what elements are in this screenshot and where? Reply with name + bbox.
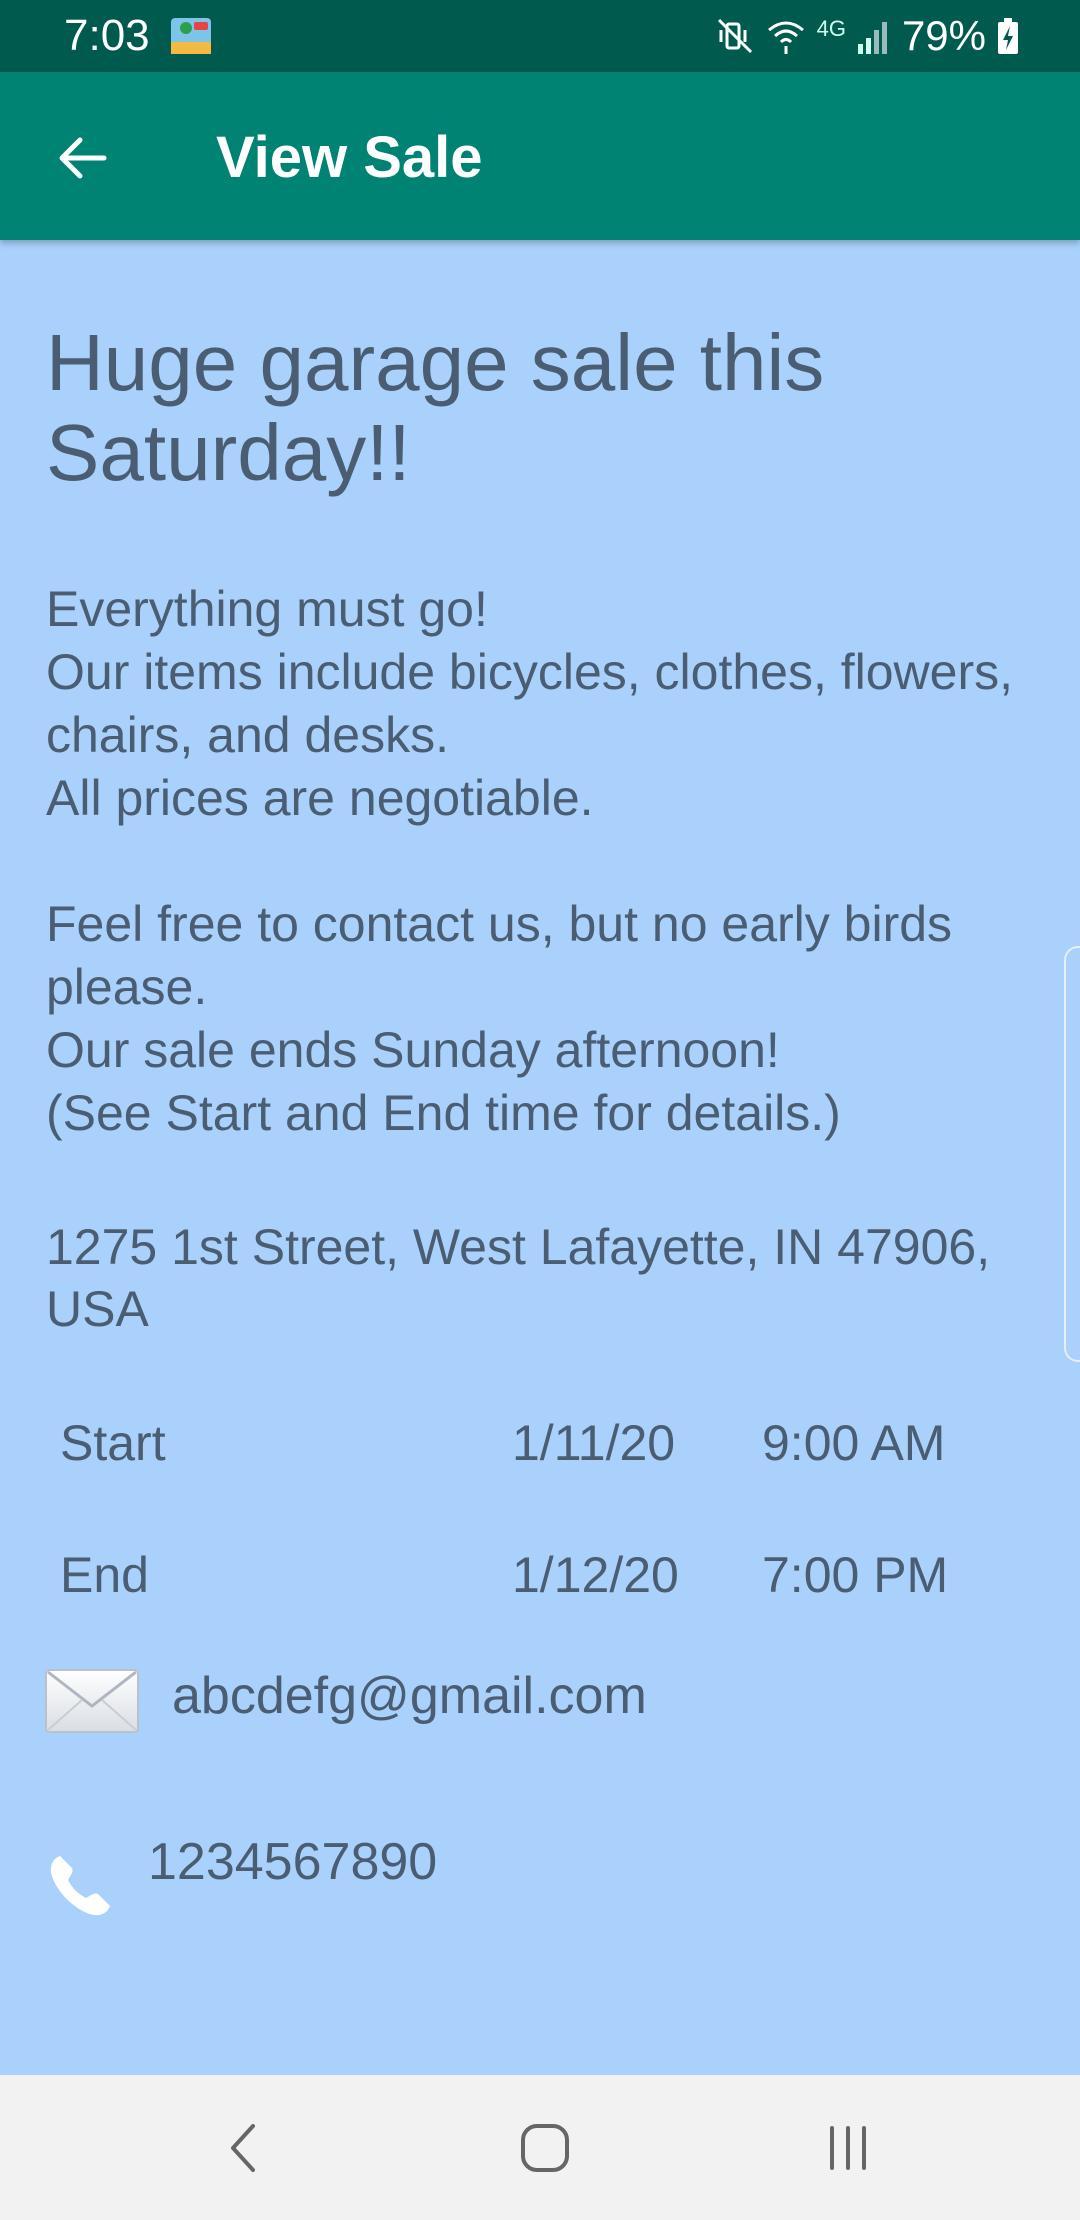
phone-icon: [50, 1856, 110, 1916]
nav-recents-button[interactable]: [788, 2105, 908, 2191]
system-nav-bar: [0, 2075, 1080, 2220]
end-time: 7:00 PM: [762, 1547, 949, 1603]
end-label: End: [60, 1547, 149, 1603]
nav-home-button[interactable]: [485, 2105, 605, 2191]
end-row: End 1/12/20 7:00 PM: [0, 1540, 1080, 1610]
battery-charging-icon: [998, 18, 1018, 54]
end-date: 1/12/20: [512, 1547, 679, 1603]
signal-icon: [857, 22, 887, 54]
network-type: 4G: [816, 16, 846, 41]
sale-address: 1275 1st Street, West Lafayette, IN 4790…: [46, 1219, 991, 1337]
sale-title: Huge garage sale this Saturday!!: [46, 318, 825, 497]
sale-details: Huge garage sale this Saturday!! Everyth…: [0, 240, 1080, 2075]
back-button[interactable]: [40, 116, 124, 200]
phone-contact[interactable]: 1234567890: [0, 1830, 1080, 1930]
sale-description: Everything must go! Our items include bi…: [46, 581, 1014, 1141]
mail-envelope-icon: [45, 1669, 139, 1733]
status-icons: 4G 79%: [715, 12, 1020, 60]
status-time: 7:03: [64, 11, 150, 60]
start-label: Start: [60, 1415, 166, 1471]
arrow-back-icon: [59, 137, 107, 179]
battery-percent: 79%: [901, 12, 986, 59]
start-date: 1/11/20: [512, 1415, 676, 1471]
app-notification-icon: [171, 18, 211, 54]
scroll-handle[interactable]: [1064, 946, 1080, 1362]
back-nav-icon: [231, 2124, 255, 2172]
wifi-icon: [767, 21, 804, 54]
mute-vibrate-icon: [717, 18, 752, 54]
start-time: 9:00 AM: [762, 1415, 946, 1471]
status-bar: 7:03 4G 79%: [0, 0, 1080, 72]
app-bar: View Sale: [0, 72, 1080, 240]
page-title: View Sale: [216, 125, 483, 190]
home-icon: [521, 2124, 569, 2172]
email-contact[interactable]: abcdefg@gmail.com: [0, 1660, 1080, 1760]
nav-back-button[interactable]: [183, 2105, 303, 2191]
phone-number: 1234567890: [148, 1833, 438, 1891]
email-address: abcdefg@gmail.com: [172, 1667, 647, 1725]
start-row: Start 1/11/20 9:00 AM: [0, 1408, 1080, 1478]
recents-icon: [830, 2126, 866, 2170]
